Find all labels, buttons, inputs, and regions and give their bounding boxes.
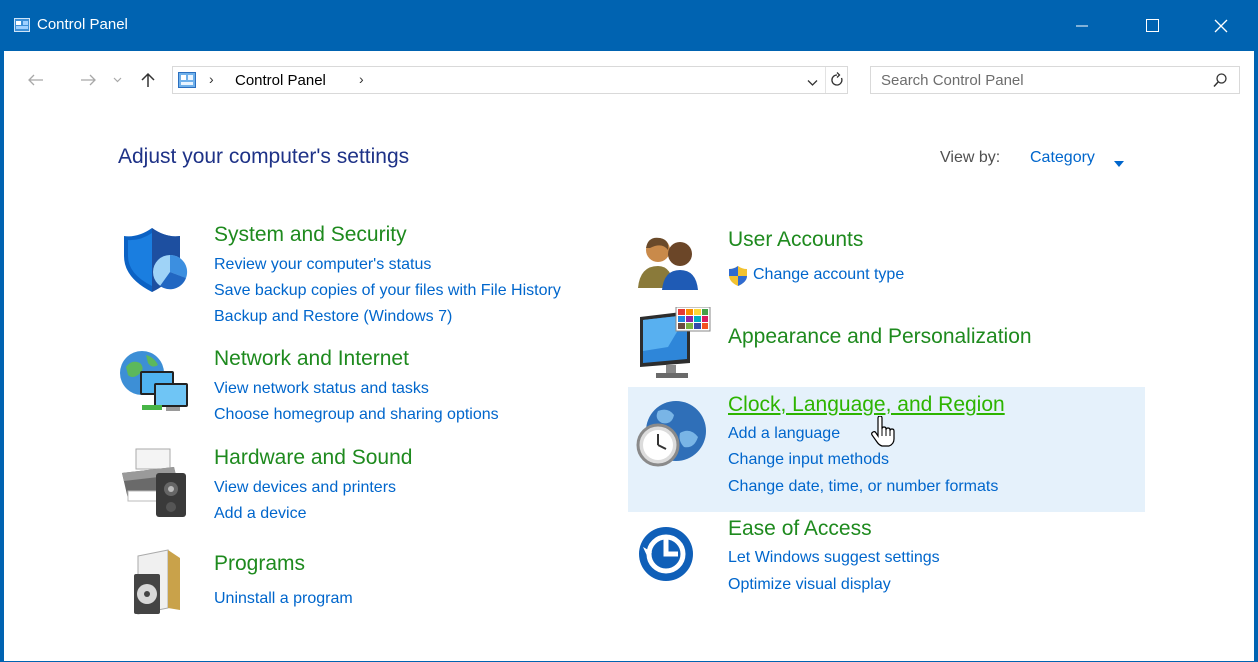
address-bar[interactable]: › Control Panel › [172, 66, 848, 94]
back-button[interactable] [25, 66, 47, 94]
category-network-internet[interactable]: Network and Internet [214, 347, 409, 371]
title-bar: Control Panel [0, 0, 1258, 51]
link-change-account-type[interactable]: Change account type [753, 266, 904, 284]
address-history-button[interactable] [807, 74, 818, 92]
control-panel-icon [14, 18, 30, 32]
ease-of-access-icon[interactable] [638, 522, 694, 589]
refresh-button[interactable] [830, 72, 844, 93]
link-suggest-settings[interactable]: Let Windows suggest settings [728, 549, 940, 567]
category-ease-of-access[interactable]: Ease of Access [728, 517, 872, 541]
window-border-right [1254, 0, 1258, 662]
close-icon [1214, 19, 1228, 32]
network-icon[interactable] [118, 347, 194, 424]
link-uninstall-program[interactable]: Uninstall a program [214, 590, 353, 608]
link-file-history[interactable]: Save backup copies of your files with Fi… [214, 282, 561, 300]
search-icon [1213, 73, 1227, 88]
caret-down-icon[interactable] [1114, 154, 1124, 172]
link-review-status[interactable]: Review your computer's status [214, 256, 431, 274]
programs-icon[interactable] [128, 548, 188, 621]
close-button[interactable] [1198, 0, 1244, 51]
link-homegroup[interactable]: Choose homegroup and sharing options [214, 406, 499, 424]
arrow-up-icon [141, 72, 155, 87]
link-network-status[interactable]: View network status and tasks [214, 380, 429, 398]
maximize-icon [1145, 19, 1159, 32]
breadcrumb-separator[interactable]: › [359, 71, 364, 87]
globe-clock-icon[interactable] [634, 397, 710, 478]
category-user-accounts[interactable]: User Accounts [728, 228, 863, 252]
view-by-dropdown[interactable]: Category [1030, 149, 1095, 167]
search-input[interactable] [881, 71, 1191, 89]
forward-button[interactable] [77, 66, 99, 94]
refresh-icon [831, 72, 843, 86]
link-change-date-formats[interactable]: Change date, time, or number formats [728, 478, 998, 496]
breadcrumb-control-panel[interactable]: Control Panel [235, 72, 326, 89]
printer-icon[interactable] [118, 445, 192, 528]
category-appearance[interactable]: Appearance and Personalization [728, 325, 1032, 349]
category-clock-region[interactable]: Clock, Language, and Region [728, 393, 1005, 417]
link-change-input-methods[interactable]: Change input methods [728, 451, 889, 469]
search-box[interactable] [870, 66, 1240, 94]
page-title: Adjust your computer's settings [118, 145, 410, 168]
category-hardware-sound[interactable]: Hardware and Sound [214, 446, 412, 470]
link-optimize-display[interactable]: Optimize visual display [728, 576, 891, 594]
arrow-left-icon [28, 74, 43, 86]
divider [825, 67, 826, 93]
breadcrumb-separator[interactable]: › [209, 71, 214, 87]
link-devices-printers[interactable]: View devices and printers [214, 479, 396, 497]
window-title: Control Panel [37, 16, 128, 33]
uac-shield-icon [727, 265, 749, 292]
category-programs[interactable]: Programs [214, 552, 305, 576]
chevron-down-icon [807, 80, 818, 86]
minimize-button[interactable] [1059, 0, 1105, 51]
shield-icon[interactable] [120, 226, 192, 299]
view-by-label: View by: [940, 149, 1001, 166]
link-add-language[interactable]: Add a language [728, 425, 840, 443]
link-add-device[interactable]: Add a device [214, 505, 307, 523]
display-icon[interactable] [638, 306, 714, 388]
control-panel-icon [178, 72, 196, 88]
arrow-right-icon [81, 74, 96, 86]
users-icon[interactable] [638, 234, 700, 295]
maximize-button[interactable] [1129, 0, 1175, 51]
link-backup-restore[interactable]: Backup and Restore (Windows 7) [214, 308, 452, 326]
category-system-security[interactable]: System and Security [214, 223, 407, 247]
search-button[interactable] [1213, 73, 1227, 93]
window-border-left [0, 0, 4, 662]
up-button[interactable] [137, 66, 159, 94]
recent-locations-button[interactable] [110, 66, 124, 94]
hand-cursor-icon [870, 415, 898, 453]
chevron-down-icon [113, 77, 121, 83]
minimize-icon [1076, 25, 1088, 26]
